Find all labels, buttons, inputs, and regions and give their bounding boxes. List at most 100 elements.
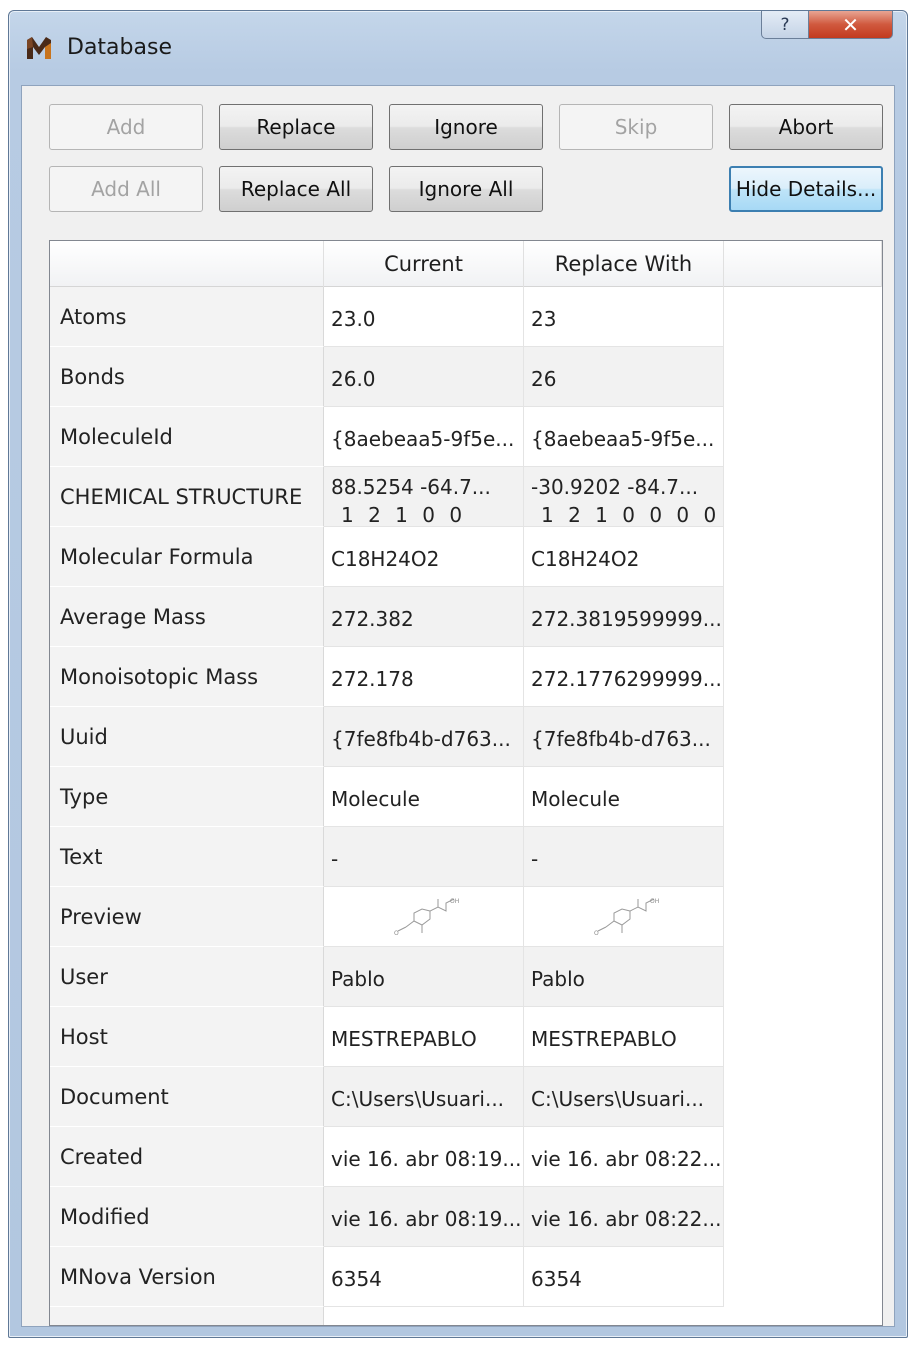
replace-with-value-cell[interactable]: C18H24O2 <box>524 527 724 587</box>
row-header[interactable]: Molecular Formula <box>50 527 324 587</box>
replace-with-value-cell[interactable]: - <box>524 827 724 887</box>
current-value-cell[interactable]: Pablo <box>324 947 524 1007</box>
help-button[interactable]: ? <box>761 11 809 39</box>
replace-with-value-cell[interactable]: C:\Users\Usuari... <box>524 1067 724 1127</box>
replace-with-value-cell[interactable]: Molecule <box>524 767 724 827</box>
replace-with-value-cell[interactable]: 23 <box>524 287 724 347</box>
current-value-cell[interactable]: 88.5254 -64.7... 1 2 1 0 0 <box>324 467 524 527</box>
title-bar[interactable]: Database ? ✕ <box>9 11 907 85</box>
current-value-cell[interactable]: 272.382 <box>324 587 524 647</box>
table-row[interactable]: Uuid {7fe8fb4b-d763... {7fe8fb4b-d763... <box>50 707 724 767</box>
row-header[interactable]: CHEMICAL STRUCTURE <box>50 467 324 527</box>
row-header[interactable]: Type <box>50 767 324 827</box>
replace-with-value-cell[interactable]: {8aebeaa5-9f5e... <box>524 407 724 467</box>
svg-text:O: O <box>594 930 599 937</box>
current-value-cell[interactable]: {8aebeaa5-9f5e... <box>324 407 524 467</box>
current-value-cell[interactable]: C:\Users\Usuari... <box>324 1067 524 1127</box>
table-row[interactable]: Average Mass 272.382 272.3819599999... <box>50 587 724 647</box>
row-header[interactable]: Host <box>50 1007 324 1067</box>
database-dialog: Database ? ✕ Add Replace Ignore Skip Abo… <box>8 10 908 1338</box>
add-button[interactable]: Add <box>49 104 203 150</box>
current-value-cell[interactable]: 23.0 <box>324 287 524 347</box>
column-header-replace-with[interactable]: Replace With <box>524 241 724 287</box>
replace-all-button[interactable]: Replace All <box>219 166 373 212</box>
row-header[interactable]: Text <box>50 827 324 887</box>
table-row[interactable]: MoleculeId {8aebeaa5-9f5e... {8aebeaa5-9f5… <box>50 407 724 467</box>
molecule-thumbnail-icon: O OH <box>394 898 459 937</box>
current-value-cell[interactable]: vie 16. abr 08:19... <box>324 1187 524 1247</box>
row-header[interactable]: Bonds <box>50 347 324 407</box>
replace-with-value-cell[interactable]: vie 16. abr 08:22... <box>524 1187 724 1247</box>
ignore-all-button[interactable]: Ignore All <box>389 166 543 212</box>
replace-with-value-cell[interactable]: O OH <box>524 887 724 947</box>
svg-text:OH: OH <box>650 898 659 905</box>
row-header[interactable]: MoleculeId <box>50 407 324 467</box>
current-value-cell[interactable]: 6354 <box>324 1247 524 1307</box>
structure-line-2: 1 2 1 0 0 <box>341 503 467 527</box>
row-header[interactable]: MNova Version <box>50 1247 324 1307</box>
table-row[interactable]: CHEMICAL STRUCTURE 88.5254 -64.7... 1 2 1… <box>50 467 724 527</box>
table-row[interactable]: Modified vie 16. abr 08:19... vie 16. abr … <box>50 1187 724 1247</box>
table-row[interactable]: Bonds 26.0 26 <box>50 347 724 407</box>
current-value-cell[interactable]: 272.178 <box>324 647 524 707</box>
table-row[interactable]: Atoms 23.0 23 <box>50 287 724 347</box>
svg-text:OH: OH <box>450 898 459 905</box>
table-row[interactable]: Type Molecule Molecule <box>50 767 724 827</box>
close-button[interactable]: ✕ <box>809 11 893 39</box>
replace-with-value-cell[interactable]: 6354 <box>524 1247 724 1307</box>
current-value-cell[interactable]: vie 16. abr 08:19... <box>324 1127 524 1187</box>
current-value-cell[interactable]: O OH <box>324 887 524 947</box>
replace-with-value-cell[interactable]: 26 <box>524 347 724 407</box>
row-header[interactable]: Monoisotopic Mass <box>50 647 324 707</box>
row-header[interactable]: Uuid <box>50 707 324 767</box>
replace-with-value-cell[interactable]: Pablo <box>524 947 724 1007</box>
svg-text:O: O <box>394 930 399 937</box>
row-header[interactable]: Modified <box>50 1187 324 1247</box>
column-header-current[interactable]: Current <box>324 241 524 287</box>
replace-with-value-cell[interactable]: {7fe8fb4b-d763... <box>524 707 724 767</box>
row-header[interactable]: Document <box>50 1067 324 1127</box>
replace-with-value-cell[interactable]: MESTREPABLO <box>524 1007 724 1067</box>
table-row[interactable]: User Pablo Pablo <box>50 947 724 1007</box>
window-title: Database <box>67 35 172 60</box>
table-row[interactable]: Text - - <box>50 827 724 887</box>
current-value-cell[interactable]: C18H24O2 <box>324 527 524 587</box>
replace-with-value-cell[interactable]: -30.9202 -84.7... 1 2 1 0 0 0 0 <box>524 467 724 527</box>
table-row[interactable]: Preview O OH O OH <box>50 887 724 947</box>
ignore-button[interactable]: Ignore <box>389 104 543 150</box>
row-header[interactable]: Average Mass <box>50 587 324 647</box>
current-value-cell[interactable]: {7fe8fb4b-d763... <box>324 707 524 767</box>
row-header[interactable]: Atoms <box>50 287 324 347</box>
mnova-app-icon <box>27 37 51 59</box>
help-icon: ? <box>780 14 790 35</box>
table-row[interactable]: Monoisotopic Mass 272.178 272.1776299999..… <box>50 647 724 707</box>
replace-with-value-cell[interactable]: 272.3819599999... <box>524 587 724 647</box>
table-row[interactable]: Document C:\Users\Usuari... C:\Users\Usuar… <box>50 1067 724 1127</box>
row-header[interactable]: Created <box>50 1127 324 1187</box>
details-table[interactable]: Current Replace With Atoms 23.0 23 Bonds 26.… <box>49 240 883 1326</box>
current-value-cell[interactable]: Molecule <box>324 767 524 827</box>
abort-button[interactable]: Abort <box>729 104 883 150</box>
replace-with-value-cell[interactable]: vie 16. abr 08:22... <box>524 1127 724 1187</box>
column-header-empty <box>724 241 882 287</box>
table-header: Current Replace With <box>50 241 882 287</box>
replace-with-value-cell[interactable]: 272.1776299999... <box>524 647 724 707</box>
replace-button[interactable]: Replace <box>219 104 373 150</box>
dialog-client-area: Add Replace Ignore Skip Abort Add All Re… <box>21 85 895 1327</box>
close-icon: ✕ <box>842 12 859 37</box>
structure-line-1: -30.9202 -84.7... <box>531 475 699 499</box>
corner-header <box>50 241 324 287</box>
table-row[interactable]: Molecular Formula C18H24O2 C18H24O2 <box>50 527 724 587</box>
row-header[interactable]: Preview <box>50 887 324 947</box>
row-header[interactable]: User <box>50 947 324 1007</box>
skip-button[interactable]: Skip <box>559 104 713 150</box>
current-value-cell[interactable]: MESTREPABLO <box>324 1007 524 1067</box>
current-value-cell[interactable]: - <box>324 827 524 887</box>
current-value-cell[interactable]: 26.0 <box>324 347 524 407</box>
hide-details-button[interactable]: Hide Details... <box>729 166 883 212</box>
add-all-button[interactable]: Add All <box>49 166 203 212</box>
table-row[interactable]: Host MESTREPABLO MESTREPABLO <box>50 1007 724 1067</box>
table-row[interactable]: Created vie 16. abr 08:19... vie 16. abr 0… <box>50 1127 724 1187</box>
table-row[interactable]: MNova Version 6354 6354 <box>50 1247 724 1307</box>
structure-line-1: 88.5254 -64.7... <box>331 475 491 499</box>
